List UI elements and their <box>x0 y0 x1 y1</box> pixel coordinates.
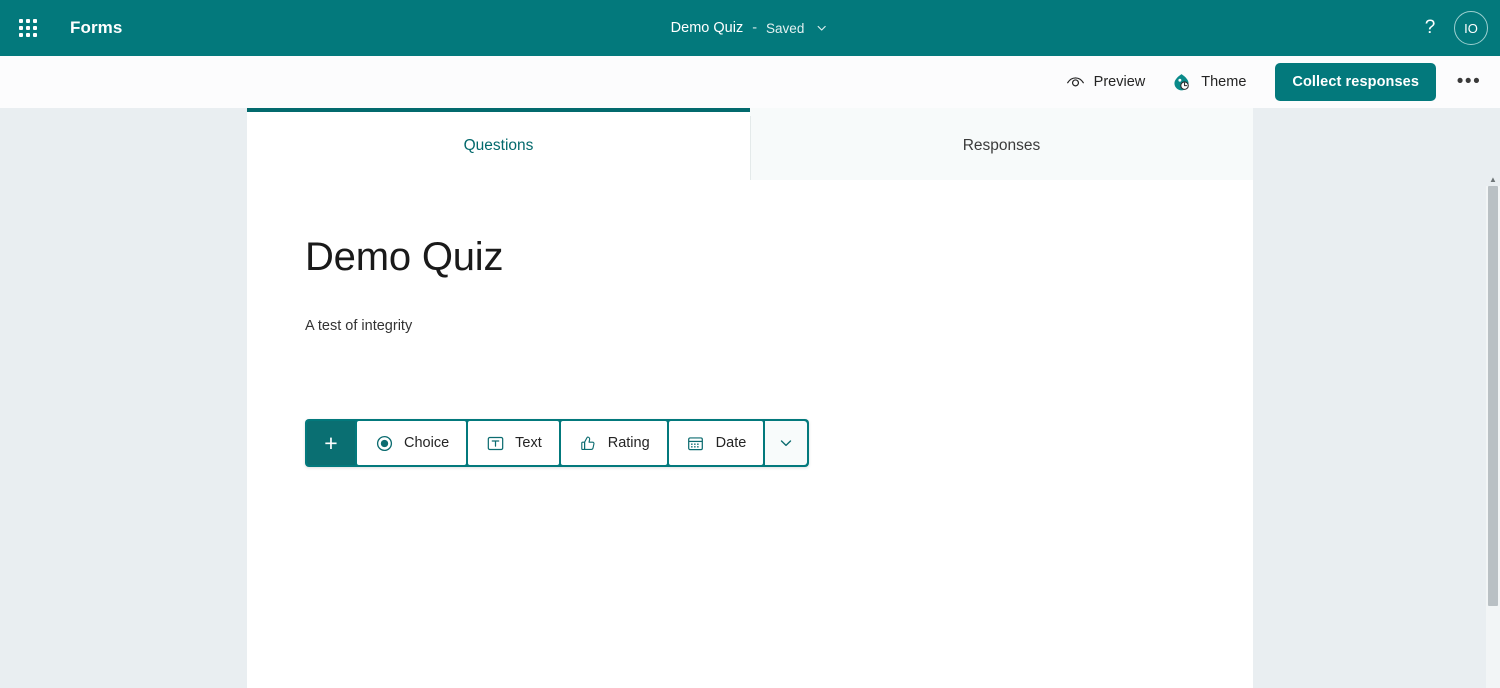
form-description[interactable]: A test of integrity <box>305 318 1253 334</box>
add-question-toolbar: + Choice Text Rating Date <box>305 419 810 467</box>
form-card: Questions Responses Demo Quiz A test of … <box>247 108 1253 688</box>
question-type-date-button[interactable]: Date <box>668 421 764 465</box>
app-launcher-waffle-icon <box>19 19 37 37</box>
tab-row: Questions Responses <box>247 108 1253 180</box>
thumbs-up-icon <box>578 433 598 453</box>
scrollbar-thumb[interactable] <box>1488 186 1498 606</box>
tab-responses[interactable]: Responses <box>750 108 1253 180</box>
app-header: Forms Demo Quiz - Saved ? IO <box>0 0 1500 56</box>
document-title-group: Demo Quiz - Saved <box>671 0 830 56</box>
more-options-icon[interactable]: ••• <box>1450 63 1488 101</box>
page-body: Questions Responses Demo Quiz A test of … <box>0 108 1500 688</box>
app-launcher-button[interactable] <box>4 4 52 52</box>
preview-button[interactable]: Preview <box>1055 64 1157 100</box>
plus-icon[interactable]: + <box>307 421 355 465</box>
command-toolbar: Preview Theme Collect responses ••• <box>0 56 1500 108</box>
question-type-rating-label: Rating <box>607 435 650 451</box>
tab-questions-label: Questions <box>463 137 534 154</box>
collect-responses-button[interactable]: Collect responses <box>1275 63 1436 101</box>
question-type-text-button[interactable]: Text <box>468 421 559 465</box>
question-type-text-label: Text <box>515 435 542 451</box>
preview-label: Preview <box>1093 74 1146 90</box>
question-type-choice-button[interactable]: Choice <box>357 421 467 465</box>
theme-palette-icon <box>1171 72 1192 93</box>
avatar[interactable]: IO <box>1454 11 1488 45</box>
text-box-icon <box>485 433 505 453</box>
calendar-icon <box>686 433 706 453</box>
theme-button[interactable]: Theme <box>1160 64 1257 100</box>
question-type-choice-label: Choice <box>404 435 450 451</box>
form-content: Demo Quiz A test of integrity + Choice T… <box>247 180 1253 688</box>
chevron-down-icon[interactable] <box>813 20 829 36</box>
question-type-date-label: Date <box>715 435 747 451</box>
save-status-label: Saved <box>766 20 805 36</box>
tab-questions[interactable]: Questions <box>247 108 750 180</box>
theme-label: Theme <box>1201 74 1247 90</box>
eye-icon <box>1066 73 1085 92</box>
title-separator: - <box>752 20 758 36</box>
brand-title[interactable]: Forms <box>70 18 122 38</box>
form-title[interactable]: Demo Quiz <box>305 234 1253 280</box>
help-question-icon[interactable]: ? <box>1412 10 1448 46</box>
question-type-rating-button[interactable]: Rating <box>560 421 667 465</box>
page-scrollbar[interactable]: ▲ <box>1486 175 1500 688</box>
header-actions: ? IO <box>1412 10 1500 46</box>
more-question-types-chevron-down-icon[interactable] <box>765 421 808 465</box>
radio-button-icon <box>374 433 394 453</box>
document-title[interactable]: Demo Quiz <box>671 20 744 36</box>
tab-responses-label: Responses <box>962 137 1041 154</box>
scroll-up-arrow-icon[interactable]: ▲ <box>1486 172 1500 186</box>
